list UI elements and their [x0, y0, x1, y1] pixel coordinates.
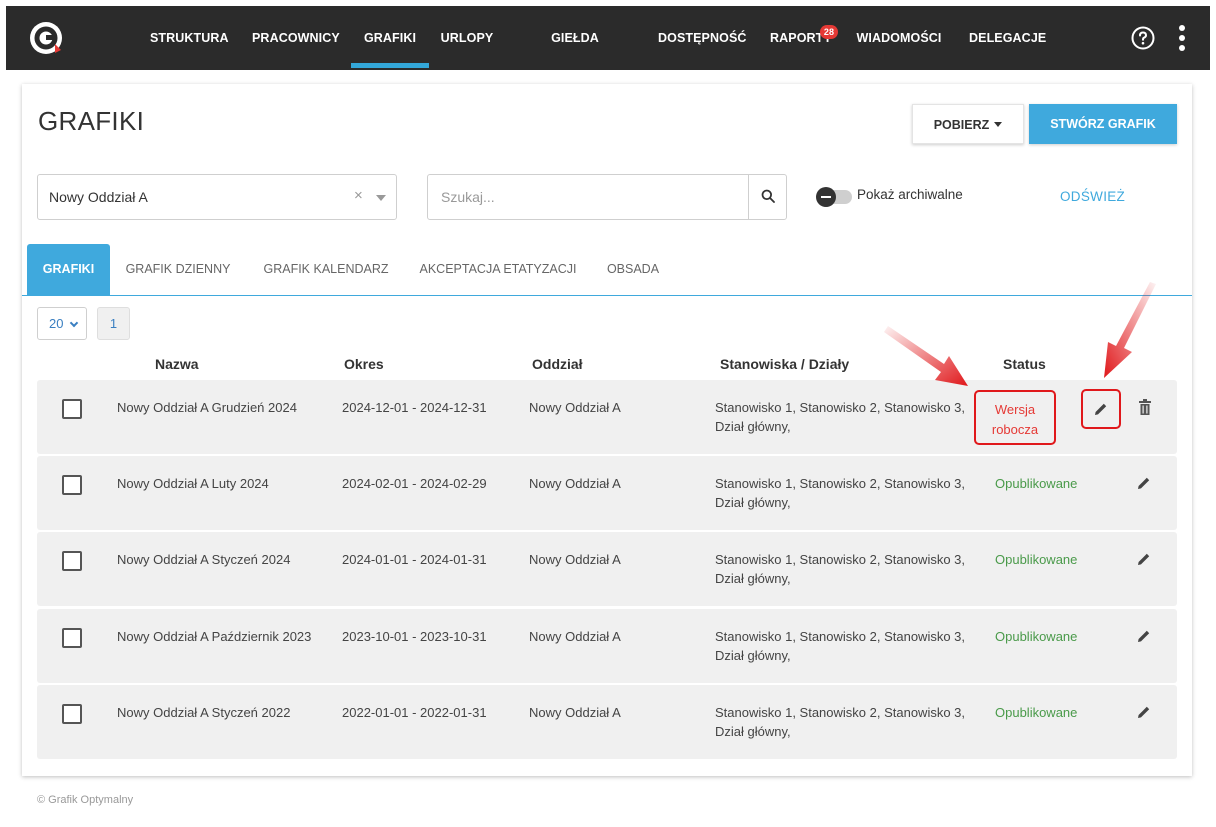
tab-grafik-dzienny[interactable]: GRAFIK DZIENNY: [118, 244, 238, 295]
row-name: Nowy Oddział A Luty 2024: [117, 476, 269, 491]
row-period: 2023-10-01 - 2023-10-31: [342, 629, 487, 644]
page-size-value: 20: [49, 316, 64, 331]
table-row[interactable]: Nowy Oddział A Grudzień 2024 2024-12-01 …: [37, 380, 1177, 454]
row-branch: Nowy Oddział A: [529, 629, 621, 644]
status-badge: Wersja robocza: [991, 402, 1039, 437]
row-positions: Stanowisko 1, Stanowisko 2, Stanowisko 3…: [715, 400, 966, 434]
status-badge: Opublikowane: [995, 476, 1078, 491]
row-checkbox[interactable]: [62, 704, 82, 724]
create-schedule-button[interactable]: STWÓRZ GRAFIK: [1029, 104, 1177, 144]
page-size-select[interactable]: 20: [37, 307, 87, 340]
tab-akceptacja-etatyzacji[interactable]: AKCEPTACJA ETATYZACJI: [414, 244, 582, 295]
raporty-badge: 28: [820, 25, 838, 39]
column-header-branch: Oddział: [532, 356, 583, 372]
page-title: GRAFIKI: [38, 106, 145, 136]
status-badge: Opublikowane: [995, 705, 1078, 720]
row-name: Nowy Oddział A Styczeń 2024: [117, 552, 291, 567]
search-input[interactable]: [428, 175, 748, 219]
tab-grafiki[interactable]: GRAFIKI: [27, 244, 110, 295]
nav-urlopy[interactable]: URLOPY: [440, 6, 494, 70]
chevron-down-icon[interactable]: [376, 195, 386, 201]
nav-struktura[interactable]: STRUKTURA: [150, 6, 229, 70]
row-checkbox[interactable]: [62, 551, 82, 571]
branch-select[interactable]: Nowy Oddział A ×: [37, 174, 397, 220]
status-badge: Opublikowane: [995, 552, 1078, 567]
search-button[interactable]: [748, 175, 786, 219]
archive-toggle-label: Pokaż archiwalne: [857, 187, 963, 202]
row-positions: Stanowisko 1, Stanowisko 2, Stanowisko 3…: [715, 705, 966, 739]
column-header-period: Okres: [344, 356, 384, 372]
refresh-link[interactable]: ODŚWIEŻ: [1060, 189, 1125, 204]
nav-gielda-wsparcia[interactable]: GIEŁDA WSPARCIA: [520, 6, 630, 109]
row-name: Nowy Oddział A Październik 2023: [117, 629, 312, 644]
row-branch: Nowy Oddział A: [529, 705, 621, 720]
row-period: 2024-12-01 - 2024-12-31: [342, 400, 487, 415]
edit-icon[interactable]: [1137, 705, 1151, 719]
toggle-knob: [816, 187, 836, 207]
download-button[interactable]: POBIERZ: [912, 104, 1024, 144]
row-branch: Nowy Oddział A: [529, 400, 621, 415]
branch-select-value: Nowy Oddział A: [49, 189, 148, 205]
nav-pracownicy[interactable]: PRACOWNICY: [252, 6, 340, 70]
tab-obsada[interactable]: OBSADA: [600, 244, 666, 295]
row-branch: Nowy Oddział A: [529, 552, 621, 567]
edit-icon[interactable]: [1137, 552, 1151, 566]
logo-icon[interactable]: [28, 20, 64, 56]
edit-icon[interactable]: [1137, 629, 1151, 643]
row-period: 2024-01-01 - 2024-01-31: [342, 552, 487, 567]
footer-copyright: © Grafik Optymalny: [37, 794, 134, 806]
nav-raporty[interactable]: RAPORTY 28: [770, 6, 838, 70]
archive-toggle[interactable]: [816, 187, 852, 207]
status-badge: Opublikowane: [995, 629, 1078, 644]
top-navbar: STRUKTURA PRACOWNICY GRAFIKI URLOPY GIEŁ…: [6, 6, 1210, 109]
tabs-bar: GRAFIKI GRAFIK DZIENNY GRAFIK KALENDARZ …: [22, 244, 1192, 296]
nav-delegacje[interactable]: DELEGACJE: [969, 6, 1046, 70]
search-icon: [761, 189, 775, 203]
row-positions: Stanowisko 1, Stanowisko 2, Stanowisko 3…: [715, 629, 966, 663]
main-card: GRAFIKI POBIERZ STWÓRZ GRAFIK Nowy Oddzi…: [22, 84, 1192, 776]
column-header-status: Status: [1003, 356, 1046, 372]
nav-grafiki[interactable]: GRAFIKI: [351, 6, 429, 70]
search-box: [427, 174, 787, 220]
table-row[interactable]: Nowy Oddział A Styczeń 2022 2022-01-01 -…: [37, 685, 1177, 759]
row-checkbox[interactable]: [62, 475, 82, 495]
clear-icon[interactable]: ×: [354, 187, 363, 204]
row-name: Nowy Oddział A Grudzień 2024: [117, 400, 297, 415]
edit-button[interactable]: [1081, 389, 1121, 429]
row-checkbox[interactable]: [62, 628, 82, 648]
table-row[interactable]: Nowy Oddział A Październik 2023 2023-10-…: [37, 609, 1177, 683]
table-row[interactable]: Nowy Oddział A Styczeń 2024 2024-01-01 -…: [37, 532, 1177, 606]
edit-icon: [1095, 403, 1107, 415]
nav-dostepnosc[interactable]: DOSTĘPNOŚĆ: [658, 6, 746, 70]
caret-down-icon: [994, 122, 1003, 127]
row-branch: Nowy Oddział A: [529, 476, 621, 491]
help-icon[interactable]: [1131, 26, 1155, 50]
nav-wiadomosci[interactable]: WIADOMOŚCI: [856, 6, 942, 70]
trash-icon[interactable]: [1139, 399, 1151, 415]
column-header-name: Nazwa: [155, 356, 199, 372]
row-period: 2024-02-01 - 2024-02-29: [342, 476, 487, 491]
row-positions: Stanowisko 1, Stanowisko 2, Stanowisko 3…: [715, 552, 966, 586]
pagination-page[interactable]: 1: [97, 307, 130, 340]
download-button-label: POBIERZ: [933, 118, 990, 132]
more-vert-icon[interactable]: [1172, 24, 1192, 52]
row-period: 2022-01-01 - 2022-01-31: [342, 705, 487, 720]
chevron-down-icon: [69, 318, 79, 328]
tab-grafik-kalendarz[interactable]: GRAFIK KALENDARZ: [256, 244, 396, 295]
status-highlight: Wersja robocza: [974, 390, 1056, 445]
table-row[interactable]: Nowy Oddział A Luty 2024 2024-02-01 - 20…: [37, 456, 1177, 530]
row-name: Nowy Oddział A Styczeń 2022: [117, 705, 291, 720]
column-header-positions: Stanowiska / Działy: [720, 356, 850, 372]
edit-icon[interactable]: [1137, 476, 1151, 490]
row-checkbox[interactable]: [62, 399, 82, 419]
row-positions: Stanowisko 1, Stanowisko 2, Stanowisko 3…: [715, 476, 966, 510]
